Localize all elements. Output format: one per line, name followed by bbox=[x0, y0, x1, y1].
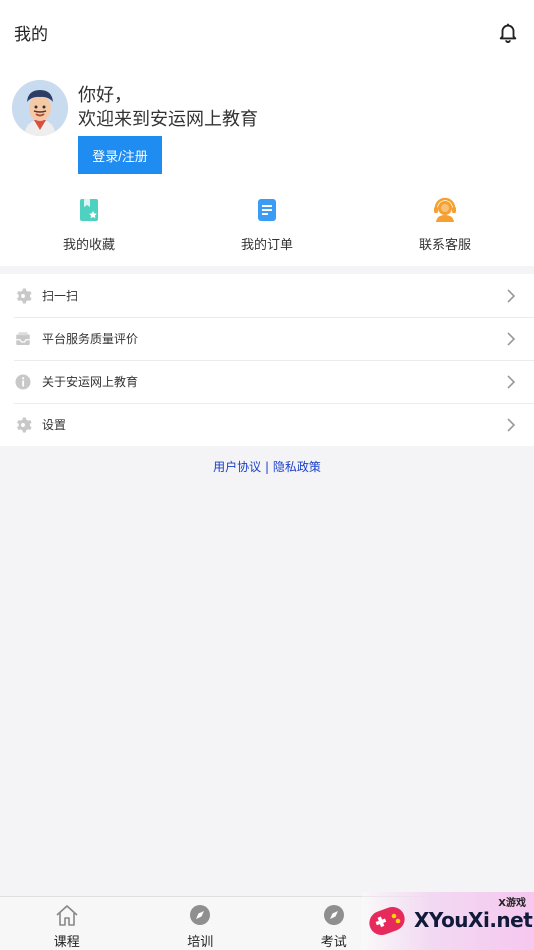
quick-link-label: 联系客服 bbox=[418, 238, 471, 253]
user-agreement-link[interactable]: 用户协议 bbox=[213, 460, 261, 474]
menu-item-scan[interactable]: 扫一扫 bbox=[0, 274, 534, 317]
chevron-right-icon bbox=[500, 371, 522, 393]
profile-section: 你好， 欢迎来到安运网上教育 登录/注册 bbox=[0, 64, 534, 184]
menu-item-service-rating[interactable]: 平台服务质量评价 bbox=[0, 317, 534, 360]
privacy-policy-link[interactable]: 隐私政策 bbox=[273, 460, 321, 474]
customer-service-icon bbox=[431, 196, 459, 224]
quick-link-label: 我的订单 bbox=[240, 238, 293, 253]
quick-link-label: 我的收藏 bbox=[62, 238, 115, 253]
chevron-right-icon bbox=[500, 328, 522, 350]
app-root: 我的 你好， 欢迎来到安运网上教育 登录/注册 我的收藏 我的订单 联系客服 扫… bbox=[0, 0, 534, 950]
info-icon bbox=[14, 373, 32, 391]
compass-icon bbox=[187, 903, 213, 927]
quick-link-orders[interactable]: 我的订单 bbox=[178, 184, 356, 266]
watermark-main-text: XYouXi.net bbox=[414, 908, 533, 932]
watermark: X游戏 XYouXi.net bbox=[362, 892, 534, 950]
menu-item-label: 扫一扫 bbox=[42, 289, 79, 303]
quick-link-customer-service[interactable]: 联系客服 bbox=[356, 184, 534, 266]
tab-courses[interactable]: 课程 bbox=[0, 897, 134, 950]
policy-links: 用户协议 | 隐私政策 bbox=[0, 458, 534, 475]
menu-item-label: 关于安运网上教育 bbox=[42, 375, 139, 389]
menu-item-label: 平台服务质量评价 bbox=[42, 332, 139, 346]
watermark-top-text: X游戏 bbox=[498, 898, 526, 909]
greeting-line-1: 你好， bbox=[78, 85, 132, 106]
page-title: 我的 bbox=[14, 24, 48, 45]
inbox-icon bbox=[14, 330, 32, 348]
greeting-line-2: 欢迎来到安运网上教育 bbox=[78, 109, 258, 130]
order-document-icon bbox=[253, 196, 281, 224]
gamepad-logo-icon bbox=[365, 899, 409, 943]
chevron-right-icon bbox=[500, 414, 522, 436]
bell-icon[interactable] bbox=[496, 20, 520, 44]
menu-item-label: 设置 bbox=[42, 418, 67, 432]
chevron-right-icon bbox=[500, 285, 522, 307]
menu-item-settings[interactable]: 设置 bbox=[0, 403, 534, 446]
bookmark-icon bbox=[75, 196, 103, 224]
tab-label: 考试 bbox=[320, 935, 347, 950]
gear-icon bbox=[14, 287, 32, 305]
home-icon bbox=[54, 903, 80, 927]
link-separator: | bbox=[261, 460, 273, 474]
avatar[interactable] bbox=[12, 80, 68, 136]
tab-label: 培训 bbox=[187, 935, 214, 950]
quick-link-favorites[interactable]: 我的收藏 bbox=[0, 184, 178, 266]
tab-label: 课程 bbox=[53, 935, 80, 950]
tab-training[interactable]: 培训 bbox=[134, 897, 268, 950]
compass-icon bbox=[321, 903, 347, 927]
gear-icon bbox=[14, 416, 32, 434]
page-header: 我的 bbox=[0, 0, 534, 64]
quick-links: 我的收藏 我的订单 联系客服 bbox=[0, 184, 534, 266]
login-register-button[interactable]: 登录/注册 bbox=[78, 136, 162, 174]
settings-menu: 扫一扫 平台服务质量评价 关于安运网上教育 设置 bbox=[0, 274, 534, 446]
menu-item-about[interactable]: 关于安运网上教育 bbox=[0, 360, 534, 403]
